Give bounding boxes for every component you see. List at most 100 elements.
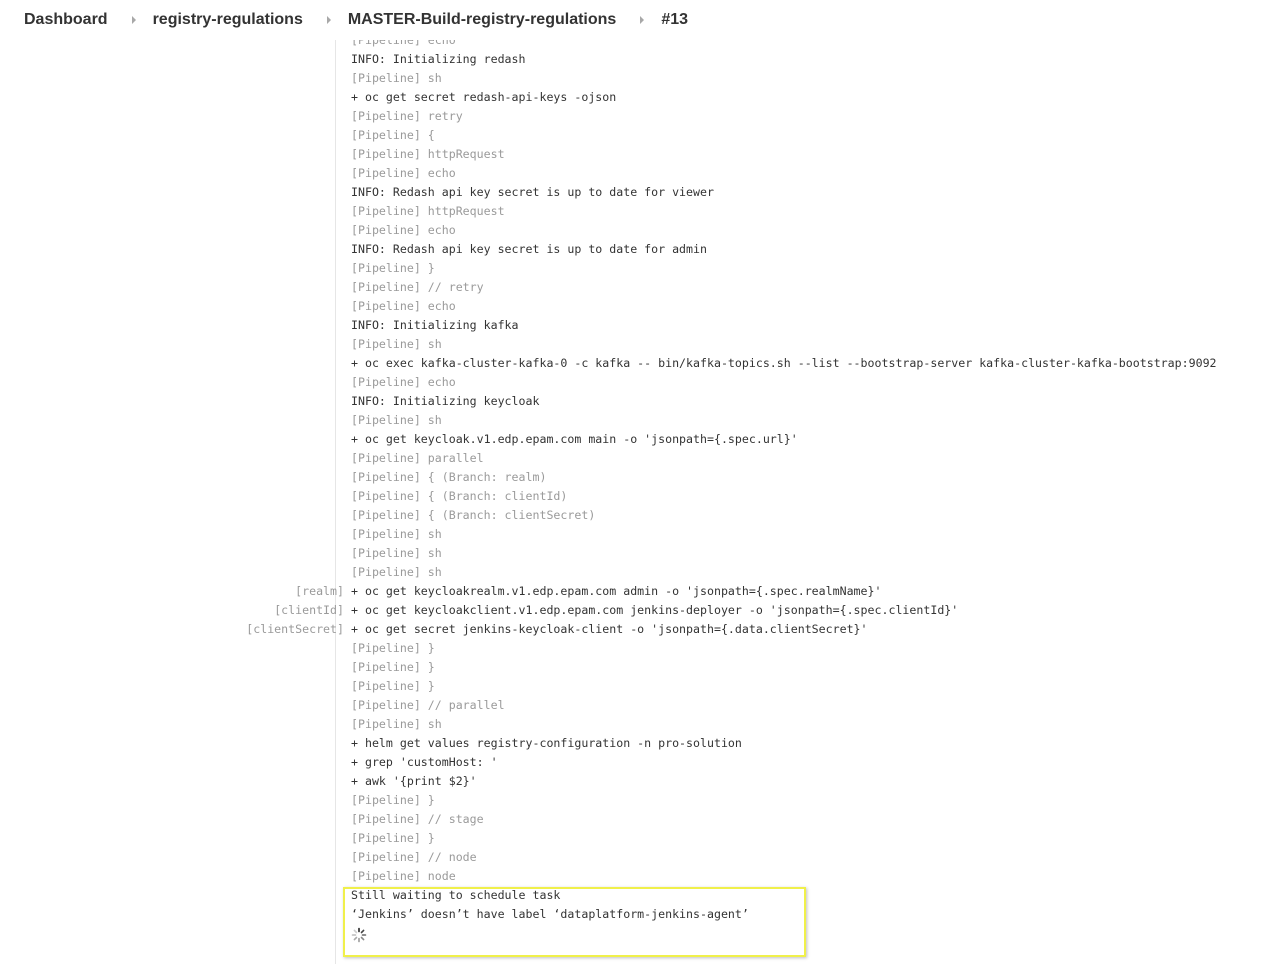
console-line-text: [Pipeline] sh	[351, 565, 442, 579]
console-line: [Pipeline] sh	[0, 544, 1274, 563]
console-line: [Pipeline] }	[0, 829, 1274, 848]
console-line-text: [Pipeline] sh	[351, 546, 442, 560]
breadcrumb-item-build[interactable]: #13	[661, 11, 688, 29]
console-line-text: [Pipeline] echo	[351, 299, 456, 313]
console-line: [Pipeline] sh	[0, 715, 1274, 734]
console-line-text: [Pipeline] }	[351, 831, 435, 845]
console-line: + helm get values registry-configuration…	[0, 734, 1274, 753]
console-line: + oc get keycloak.v1.edp.epam.com main -…	[0, 430, 1274, 449]
console-line-text: [Pipeline] sh	[351, 337, 442, 351]
console-line: + awk '{print $2}'	[0, 772, 1274, 791]
breadcrumb-separator-chevron-icon	[640, 16, 645, 24]
console-line: [Pipeline] }	[0, 658, 1274, 677]
console-line-text: [Pipeline] }	[351, 261, 435, 275]
console-line-branch-tag: [clientSecret]	[246, 622, 344, 636]
console-line-text: [Pipeline] httpRequest	[351, 147, 505, 161]
console-line: [Pipeline] sh	[0, 563, 1274, 582]
console-line: [Pipeline] }	[0, 677, 1274, 696]
console-line-text: [Pipeline] // retry	[351, 280, 484, 294]
console-line: [Pipeline] httpRequest	[0, 202, 1274, 221]
console-line-text: [Pipeline] }	[351, 793, 435, 807]
console-line-text: + oc get keycloakrealm.v1.edp.epam.com a…	[351, 584, 882, 598]
console-line: INFO: Initializing keycloak	[0, 392, 1274, 411]
console-line-text: INFO: Redash api key secret is up to dat…	[351, 185, 714, 199]
console-line-branch-tag: [clientId]	[274, 603, 344, 617]
console-line: [Pipeline] sh	[0, 335, 1274, 354]
console-line-text: + awk '{print $2}'	[351, 774, 477, 788]
console-line-text: [Pipeline] { (Branch: realm)	[351, 470, 547, 484]
console-line: INFO: Initializing kafka	[0, 316, 1274, 335]
console-line-text: [Pipeline] // node	[351, 850, 477, 864]
console-line: ‘Jenkins’ doesn’t have label ‘dataplatfo…	[0, 905, 1274, 924]
console-line-text: [Pipeline] {	[351, 128, 435, 142]
console-line-text: INFO: Initializing keycloak	[351, 394, 540, 408]
console-line: [Pipeline] // node	[0, 848, 1274, 867]
console-line: [Pipeline] { (Branch: realm)	[0, 468, 1274, 487]
console-line: [Pipeline] // parallel	[0, 696, 1274, 715]
console-line-text: INFO: Initializing kafka	[351, 318, 519, 332]
console-line-text: [Pipeline] }	[351, 641, 435, 655]
console-line-text: + grep 'customHost: '	[351, 755, 498, 769]
console-line: + oc get secret redash-api-keys -ojson	[0, 88, 1274, 107]
console-line: [Pipeline] sh	[0, 69, 1274, 88]
console-output: [Pipeline] echo INFO: Initializing redash…	[0, 31, 1274, 924]
breadcrumb-item-job[interactable]: MASTER-Build-registry-regulations	[348, 11, 616, 29]
console-line-text: [Pipeline] { (Branch: clientId)	[351, 489, 568, 503]
console-line-text: + oc get secret redash-api-keys -ojson	[351, 90, 617, 104]
breadcrumb-item-dashboard[interactable]: Dashboard	[24, 11, 108, 29]
console-line: [Pipeline] echo	[0, 373, 1274, 392]
console-line-text: [Pipeline] }	[351, 660, 435, 674]
console-line-text: [Pipeline] echo	[351, 166, 456, 180]
console-line: [Pipeline] }	[0, 639, 1274, 658]
console-line: [Pipeline] }	[0, 791, 1274, 810]
console-line-text: [Pipeline] echo	[351, 375, 456, 389]
console-line-text: [Pipeline] parallel	[351, 451, 484, 465]
console-line-text: [Pipeline] // stage	[351, 812, 484, 826]
console-line-text: + helm get values registry-configuration…	[351, 736, 742, 750]
console-line-text: [Pipeline] node	[351, 869, 456, 883]
console-line: + grep 'customHost: '	[0, 753, 1274, 772]
console-line: INFO: Redash api key secret is up to dat…	[0, 183, 1274, 202]
console-line: [Pipeline] // stage	[0, 810, 1274, 829]
console-line: [Pipeline] echo	[0, 221, 1274, 240]
console-line: INFO: Initializing redash	[0, 50, 1274, 69]
console-line: [Pipeline] }	[0, 259, 1274, 278]
console-line-text: + oc exec kafka-cluster-kafka-0 -c kafka…	[351, 356, 1217, 370]
console-line: [Pipeline] echo	[0, 297, 1274, 316]
console-line-text: [Pipeline] sh	[351, 527, 442, 541]
breadcrumb: Dashboard registry-regulations MASTER-Bu…	[0, 0, 1274, 40]
console-line: [realm] + oc get keycloakrealm.v1.edp.epa…	[0, 582, 1274, 601]
console-line-text: INFO: Redash api key secret is up to dat…	[351, 242, 707, 256]
breadcrumb-separator-chevron-icon	[131, 16, 136, 24]
console-line: [Pipeline] retry	[0, 107, 1274, 126]
console-line: [Pipeline] { (Branch: clientSecret)	[0, 506, 1274, 525]
console-line: [Pipeline] sh	[0, 411, 1274, 430]
console-line: + oc exec kafka-cluster-kafka-0 -c kafka…	[0, 354, 1274, 373]
console-line-text: [Pipeline] retry	[351, 109, 463, 123]
breadcrumb-item-folder[interactable]: registry-regulations	[153, 11, 303, 29]
console-line-text: [Pipeline] sh	[351, 717, 442, 731]
console-line-text: [Pipeline] { (Branch: clientSecret)	[351, 508, 596, 522]
console-line-text: [Pipeline] sh	[351, 71, 442, 85]
console-line-text: [Pipeline] // parallel	[351, 698, 505, 712]
console-line: [clientSecret] + oc get secret jenkins-ke…	[0, 620, 1274, 639]
console-line: [Pipeline] node	[0, 867, 1274, 886]
console-line-text: [Pipeline] httpRequest	[351, 204, 505, 218]
console-line-text: [Pipeline] sh	[351, 413, 442, 427]
breadcrumb-separator-chevron-icon	[326, 16, 331, 24]
console-line-text: [Pipeline] echo	[351, 223, 456, 237]
console-line-text: + oc get keycloak.v1.edp.epam.com main -…	[351, 432, 798, 446]
console-line: [Pipeline] // retry	[0, 278, 1274, 297]
console-line: [Pipeline] sh	[0, 525, 1274, 544]
console-line-text: + oc get keycloakclient.v1.edp.epam.com …	[351, 603, 959, 617]
console-line: [Pipeline] {	[0, 126, 1274, 145]
console-line: [Pipeline] { (Branch: clientId)	[0, 487, 1274, 506]
console-line-text: ‘Jenkins’ doesn’t have label ‘dataplatfo…	[351, 907, 749, 921]
console-line: [clientId] + oc get keycloakclient.v1.edp…	[0, 601, 1274, 620]
loading-spinner-icon	[351, 927, 367, 943]
console-line: [Pipeline] httpRequest	[0, 145, 1274, 164]
console-line-text: + oc get secret jenkins-keycloak-client …	[351, 622, 868, 636]
console-line-text: INFO: Initializing redash	[351, 52, 526, 66]
console-line: [Pipeline] echo	[0, 164, 1274, 183]
console-line: Still waiting to schedule task	[0, 886, 1274, 905]
